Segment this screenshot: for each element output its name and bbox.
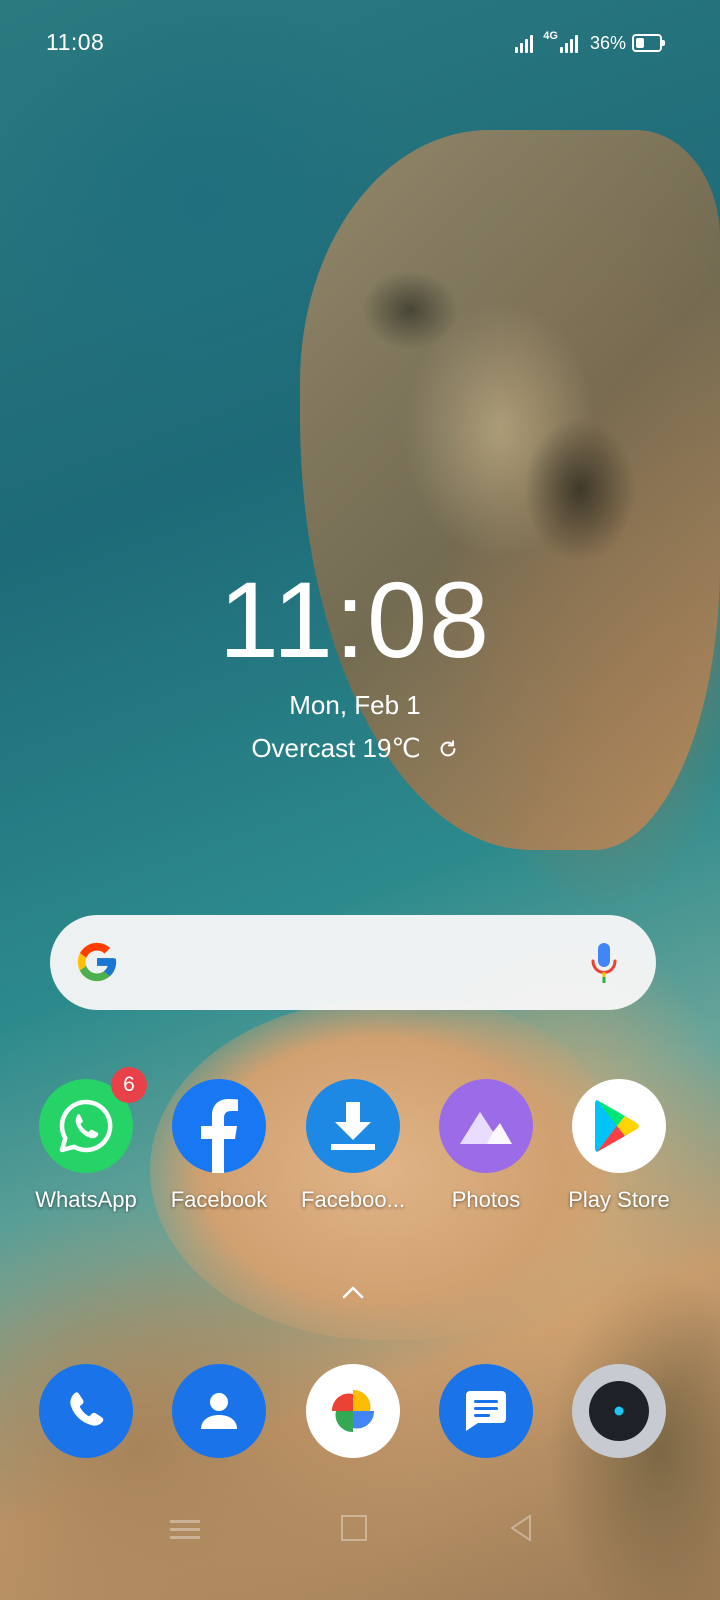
play-store-icon[interactable]	[572, 1079, 666, 1173]
app-label: Play Store	[568, 1187, 670, 1212]
microphone-icon[interactable]	[590, 941, 618, 985]
signal-strength-2-icon	[559, 33, 580, 53]
weather-text[interactable]: Overcast 19℃	[251, 733, 420, 764]
google-photos-icon[interactable]	[306, 1364, 400, 1458]
app-play-store[interactable]: Play Store	[554, 1079, 684, 1213]
app-label: Faceboo...	[301, 1187, 405, 1212]
home-app-row: 6 WhatsApp Facebook Faceboo... Photos Pl…	[0, 1067, 720, 1219]
status-time: 11:08	[46, 29, 105, 55]
app-drawer-chevron-up-icon[interactable]	[340, 1284, 366, 1300]
google-search-bar[interactable]	[50, 915, 656, 1010]
messages-icon[interactable]	[439, 1364, 533, 1458]
battery-icon	[632, 34, 665, 52]
camera-icon[interactable]	[572, 1364, 666, 1458]
dock-messages[interactable]	[421, 1364, 551, 1458]
dock-phone[interactable]	[21, 1364, 151, 1458]
download-icon[interactable]	[306, 1079, 400, 1173]
whatsapp-icon[interactable]: 6	[39, 1067, 147, 1173]
app-label: Photos	[451, 1187, 521, 1212]
app-facebook-downloader[interactable]: Faceboo...	[288, 1079, 418, 1213]
dock-google-photos[interactable]	[288, 1364, 418, 1458]
notification-badge: 6	[111, 1067, 147, 1103]
app-photos[interactable]: Photos	[421, 1079, 551, 1213]
refresh-icon[interactable]	[437, 738, 459, 760]
dock-camera[interactable]	[554, 1364, 684, 1458]
app-label: Facebook	[170, 1187, 268, 1212]
app-facebook[interactable]: Facebook	[154, 1079, 284, 1213]
status-bar: 11:08 4G 36%	[0, 0, 720, 86]
battery-percent: 36%	[589, 32, 626, 53]
dock	[0, 1364, 720, 1460]
facebook-icon[interactable]	[172, 1079, 266, 1173]
app-whatsapp[interactable]: 6 WhatsApp	[21, 1067, 151, 1213]
signal-strength-icon	[515, 33, 535, 53]
contacts-icon[interactable]	[172, 1364, 266, 1458]
app-label: WhatsApp	[35, 1187, 137, 1212]
phone-icon[interactable]	[39, 1364, 133, 1458]
status-icons: 4G 36%	[511, 30, 665, 55]
weather-row[interactable]: Overcast 19℃	[251, 733, 458, 764]
google-g-icon[interactable]	[74, 939, 120, 985]
battery-fill	[636, 38, 644, 48]
network-type-label: 4G	[543, 30, 558, 42]
clock-time[interactable]: 11:08	[0, 560, 710, 680]
mountain-icon[interactable]	[439, 1079, 533, 1173]
navigation-hint	[170, 1514, 531, 1542]
dock-contacts[interactable]	[154, 1364, 284, 1458]
clock-widget[interactable]: 11:08 Mon, Feb 1 Overcast 19℃	[0, 560, 710, 764]
clock-date[interactable]: Mon, Feb 1	[0, 690, 710, 721]
